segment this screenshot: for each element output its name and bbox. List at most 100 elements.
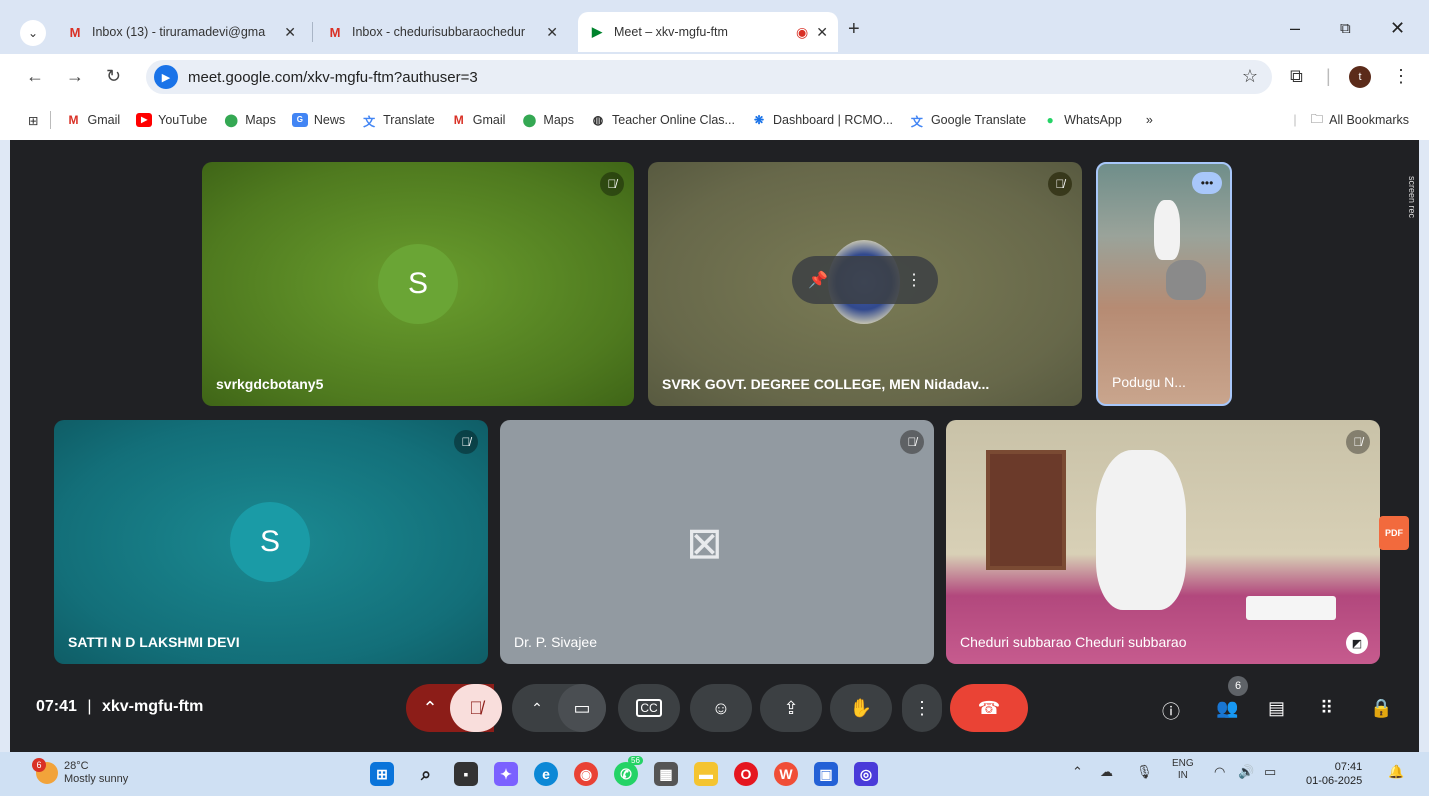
- microphone-toggle-button[interactable]: 🎙̸: [450, 684, 502, 732]
- wps-icon[interactable]: W: [774, 762, 798, 786]
- weather-icon: 6: [32, 758, 58, 784]
- present-icon: ⇪: [783, 697, 799, 718]
- bookmark-star-icon[interactable]: ☆: [1242, 66, 1258, 87]
- opera-icon[interactable]: O: [734, 762, 758, 786]
- chrome-icon[interactable]: ◉: [574, 762, 598, 786]
- webex-icon[interactable]: ◎: [854, 762, 878, 786]
- site-info-icon[interactable]: ▶: [154, 65, 178, 89]
- tab-meet[interactable]: ▶ Meet – xkv-mgfu-ftm ◉ ✕: [578, 12, 838, 52]
- restore-icon[interactable]: ⧉: [1340, 20, 1351, 37]
- people-icon[interactable]: 👥: [1216, 698, 1238, 719]
- address-bar[interactable]: ▶ meet.google.com/xkv-mgfu-ftm?authuser=…: [146, 60, 1272, 94]
- whatsapp-icon[interactable]: ✆: [614, 762, 638, 786]
- weather-temp: 28°C: [64, 760, 89, 772]
- more-options-icon[interactable]: ⋮: [906, 270, 922, 290]
- participant-tile[interactable]: S 🎙̸ SATTI N D LAKSHMI DEVI: [54, 420, 488, 664]
- chevron-up-icon: ⌃: [531, 699, 543, 716]
- camera-off-icon: ⊠: [686, 519, 723, 568]
- task-view-icon[interactable]: ▪: [454, 762, 478, 786]
- bookmark-maps-2[interactable]: ⬤ Maps: [521, 113, 574, 127]
- activities-icon[interactable]: ⠿: [1320, 698, 1333, 719]
- battery-icon[interactable]: ▭: [1264, 764, 1276, 780]
- participant-tile[interactable]: ⊠ 🎙̸ Dr. P. Sivajee: [500, 420, 934, 664]
- participant-tile[interactable]: S 🎙̸ svrkgdcbotany5: [202, 162, 634, 406]
- reload-icon[interactable]: ↻: [106, 66, 121, 87]
- apps-grid-icon[interactable]: ⊞: [28, 113, 38, 128]
- menu-kebab-icon[interactable]: ⋮: [1392, 66, 1410, 87]
- chevron-up-icon[interactable]: ⌃: [1072, 764, 1083, 780]
- more-options-button[interactable]: ⋮: [902, 684, 942, 732]
- mic-off-icon: 🎙̸: [454, 430, 478, 454]
- bookmark-news[interactable]: G News: [291, 113, 346, 127]
- close-icon[interactable]: ✕: [546, 24, 558, 41]
- clock[interactable]: 07:41 01-06-2025: [1306, 760, 1362, 788]
- onedrive-icon[interactable]: ☁: [1100, 764, 1113, 780]
- door: [986, 450, 1066, 570]
- volume-icon[interactable]: 🔊: [1238, 764, 1254, 780]
- avatar: S: [230, 502, 310, 582]
- participant-name: Cheduri subbarao Cheduri subbarao: [960, 634, 1187, 650]
- bookmark-label: News: [313, 113, 346, 127]
- whatsapp-badge: 56: [628, 756, 643, 765]
- host-controls-icon[interactable]: 🔒: [1370, 698, 1392, 719]
- picture-in-picture-icon[interactable]: ◩: [1346, 632, 1368, 654]
- search-icon[interactable]: ⌕: [414, 762, 438, 786]
- captions-button[interactable]: CC: [618, 684, 680, 732]
- bookmark-divider: [50, 111, 52, 129]
- copilot-icon[interactable]: ✦: [494, 762, 518, 786]
- close-icon[interactable]: ✕: [284, 24, 296, 41]
- file-explorer-icon[interactable]: ▬: [694, 762, 718, 786]
- calculator-icon[interactable]: ▦: [654, 762, 678, 786]
- bookmark-label: Google Translate: [930, 113, 1027, 127]
- chat-icon[interactable]: ▤: [1268, 698, 1285, 719]
- more-options-icon[interactable]: •••: [1192, 172, 1222, 194]
- weather-widget[interactable]: 6 28°C Mostly sunny: [32, 758, 128, 786]
- more-bookmarks-button[interactable]: »: [1146, 113, 1153, 127]
- emoji-reactions-button[interactable]: ☺: [690, 684, 752, 732]
- store-icon[interactable]: ▣: [814, 762, 838, 786]
- microphone-icon[interactable]: 🎙: [1136, 764, 1153, 780]
- participant-tile[interactable]: 📌 ⋮ 🎙̸ SVRK GOVT. DEGREE COLLEGE, MEN Ni…: [648, 162, 1082, 406]
- forward-icon[interactable]: →: [66, 66, 84, 87]
- camera-toggle-button[interactable]: ▭: [558, 684, 606, 732]
- person-figure: [1166, 260, 1206, 300]
- bookmark-maps[interactable]: ⬤ Maps: [223, 113, 276, 127]
- bookmark-youtube[interactable]: ▶ YouTube: [136, 113, 207, 127]
- meeting-details-icon[interactable]: ⓘ: [1162, 698, 1180, 724]
- tab-search-button[interactable]: ⌄: [20, 20, 46, 46]
- new-tab-button[interactable]: +: [848, 18, 860, 41]
- raise-hand-button[interactable]: ✋: [830, 684, 892, 732]
- minimize-icon[interactable]: –: [1290, 18, 1300, 39]
- extensions-icon[interactable]: ⧉: [1290, 66, 1303, 87]
- pdf-extension-icon[interactable]: PDF: [1379, 516, 1409, 550]
- bookmark-teacher-online[interactable]: ◍ Teacher Online Clas...: [590, 113, 735, 127]
- bookmark-google-translate[interactable]: 文 Google Translate: [909, 113, 1027, 129]
- participant-tile-self[interactable]: ••• Podugu N...: [1096, 162, 1232, 406]
- wifi-icon[interactable]: ◠: [1214, 764, 1225, 780]
- tab-title: Inbox - chedurisubbaraochedur: [352, 25, 526, 39]
- tab-title: Meet – xkv-mgfu-ftm: [614, 25, 728, 39]
- language-indicator[interactable]: ENG IN: [1172, 758, 1194, 782]
- start-icon[interactable]: ⊞: [370, 762, 394, 786]
- bookmark-translate[interactable]: 文 Translate: [361, 113, 435, 129]
- pin-icon[interactable]: 📌: [808, 270, 828, 290]
- profile-avatar[interactable]: t: [1349, 66, 1371, 88]
- camera-icon: ▭: [573, 697, 591, 718]
- back-icon[interactable]: ←: [26, 66, 44, 87]
- all-bookmarks-button[interactable]: | 🗀 All Bookmarks: [1293, 110, 1409, 131]
- leave-call-button[interactable]: ☎: [950, 684, 1028, 732]
- tab-inbox-1[interactable]: M Inbox (13) - tiruramadevi@gma ✕: [56, 14, 306, 50]
- close-window-icon[interactable]: ✕: [1390, 18, 1405, 39]
- bookmark-gmail[interactable]: M Gmail: [65, 113, 120, 127]
- close-icon[interactable]: ✕: [816, 24, 828, 41]
- bookmark-label: YouTube: [158, 113, 208, 127]
- present-screen-button[interactable]: ⇪: [760, 684, 822, 732]
- bookmark-gmail-2[interactable]: M Gmail: [451, 113, 506, 127]
- participant-tile[interactable]: 🎙̸ ◩ Cheduri subbarao Cheduri subbarao: [946, 420, 1380, 664]
- bookmark-dashboard[interactable]: ❋ Dashboard | RCMO...: [751, 113, 893, 127]
- edge-icon[interactable]: e: [534, 762, 558, 786]
- tab-inbox-2[interactable]: M Inbox - chedurisubbaraochedur ✕: [316, 14, 568, 50]
- notification-icon[interactable]: 🔔: [1388, 764, 1404, 780]
- bookmark-whatsapp[interactable]: ● WhatsApp: [1042, 113, 1122, 127]
- bookmark-label: Gmail: [472, 113, 506, 127]
